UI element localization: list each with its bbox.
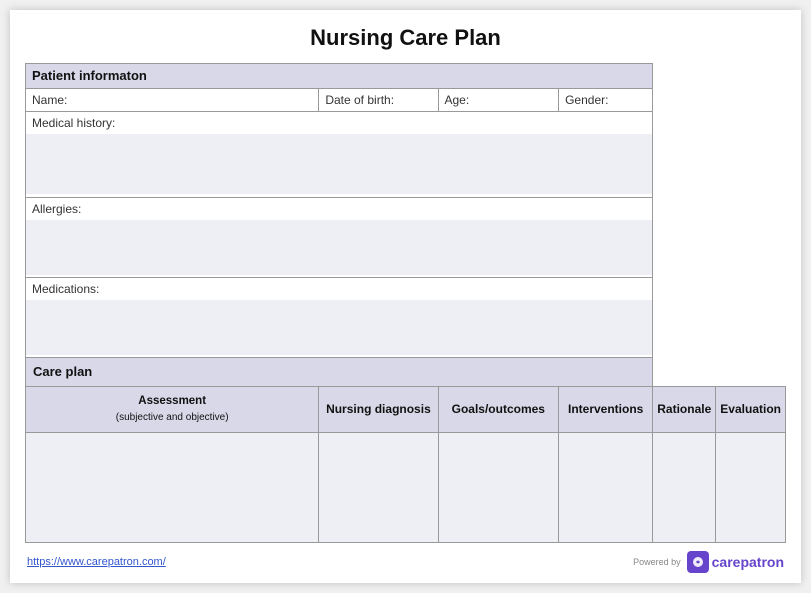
care-plan-column-headers: Assessment(subjective and objective) Nur…: [26, 386, 786, 432]
logo-care: care: [712, 554, 741, 570]
col-header-assessment: Assessment(subjective and objective): [26, 386, 319, 432]
nursing-diagnosis-data-cell[interactable]: [319, 433, 438, 543]
page-container: Nursing Care Plan Patient informaton Nam…: [10, 10, 801, 583]
medical-history-label: Medical history:: [26, 112, 652, 134]
medical-history-content[interactable]: [26, 134, 652, 194]
logo-patron: patron: [740, 554, 784, 570]
page-title: Nursing Care Plan: [25, 25, 786, 51]
assessment-data-cell[interactable]: [26, 433, 319, 543]
care-plan-header-row: Care plan: [26, 358, 786, 387]
logo-svg: [691, 555, 705, 569]
dob-label: Date of birth:: [319, 88, 438, 112]
patient-info-header-row: Patient informaton: [26, 64, 786, 89]
allergies-content[interactable]: [26, 220, 652, 275]
footer: https://www.carepatron.com/ Powered by c…: [25, 551, 786, 573]
main-table: Patient informaton Name: Date of birth: …: [25, 63, 786, 543]
col-header-rationale: Rationale: [653, 386, 716, 432]
carepatron-logo: carepatron: [687, 551, 784, 573]
footer-right: Powered by carepatron: [633, 551, 784, 573]
interventions-data-cell[interactable]: [559, 433, 653, 543]
col-header-interventions: Interventions: [559, 386, 653, 432]
allergies-cell: Allergies:: [26, 197, 653, 277]
medications-label: Medications:: [26, 278, 652, 300]
patient-info-header: Patient informaton: [26, 64, 653, 89]
evaluation-data-cell[interactable]: [716, 433, 786, 543]
care-plan-data-row: [26, 433, 786, 543]
col-header-nursing-diagnosis: Nursing diagnosis: [319, 386, 438, 432]
medications-row: Medications:: [26, 277, 786, 357]
name-label: Name:: [26, 88, 319, 112]
col-header-evaluation: Evaluation: [716, 386, 786, 432]
rationale-data-cell[interactable]: [653, 433, 716, 543]
age-label: Age:: [438, 88, 559, 112]
care-plan-header: Care plan: [26, 358, 653, 387]
gender-label: Gender:: [559, 88, 653, 112]
patient-basic-info-row: Name: Date of birth: Age: Gender:: [26, 88, 786, 112]
col-header-goals-outcomes: Goals/outcomes: [438, 386, 559, 432]
allergies-row: Allergies:: [26, 197, 786, 277]
medications-cell: Medications:: [26, 277, 653, 357]
medications-content[interactable]: [26, 300, 652, 355]
allergies-label: Allergies:: [26, 198, 652, 220]
website-link[interactable]: https://www.carepatron.com/: [27, 556, 166, 568]
powered-by-text: Powered by: [633, 557, 681, 567]
medical-history-row: Medical history:: [26, 112, 786, 197]
medical-history-cell: Medical history:: [26, 112, 653, 197]
logo-text: carepatron: [712, 554, 784, 570]
logo-icon: [687, 551, 709, 573]
goals-outcomes-data-cell[interactable]: [438, 433, 559, 543]
